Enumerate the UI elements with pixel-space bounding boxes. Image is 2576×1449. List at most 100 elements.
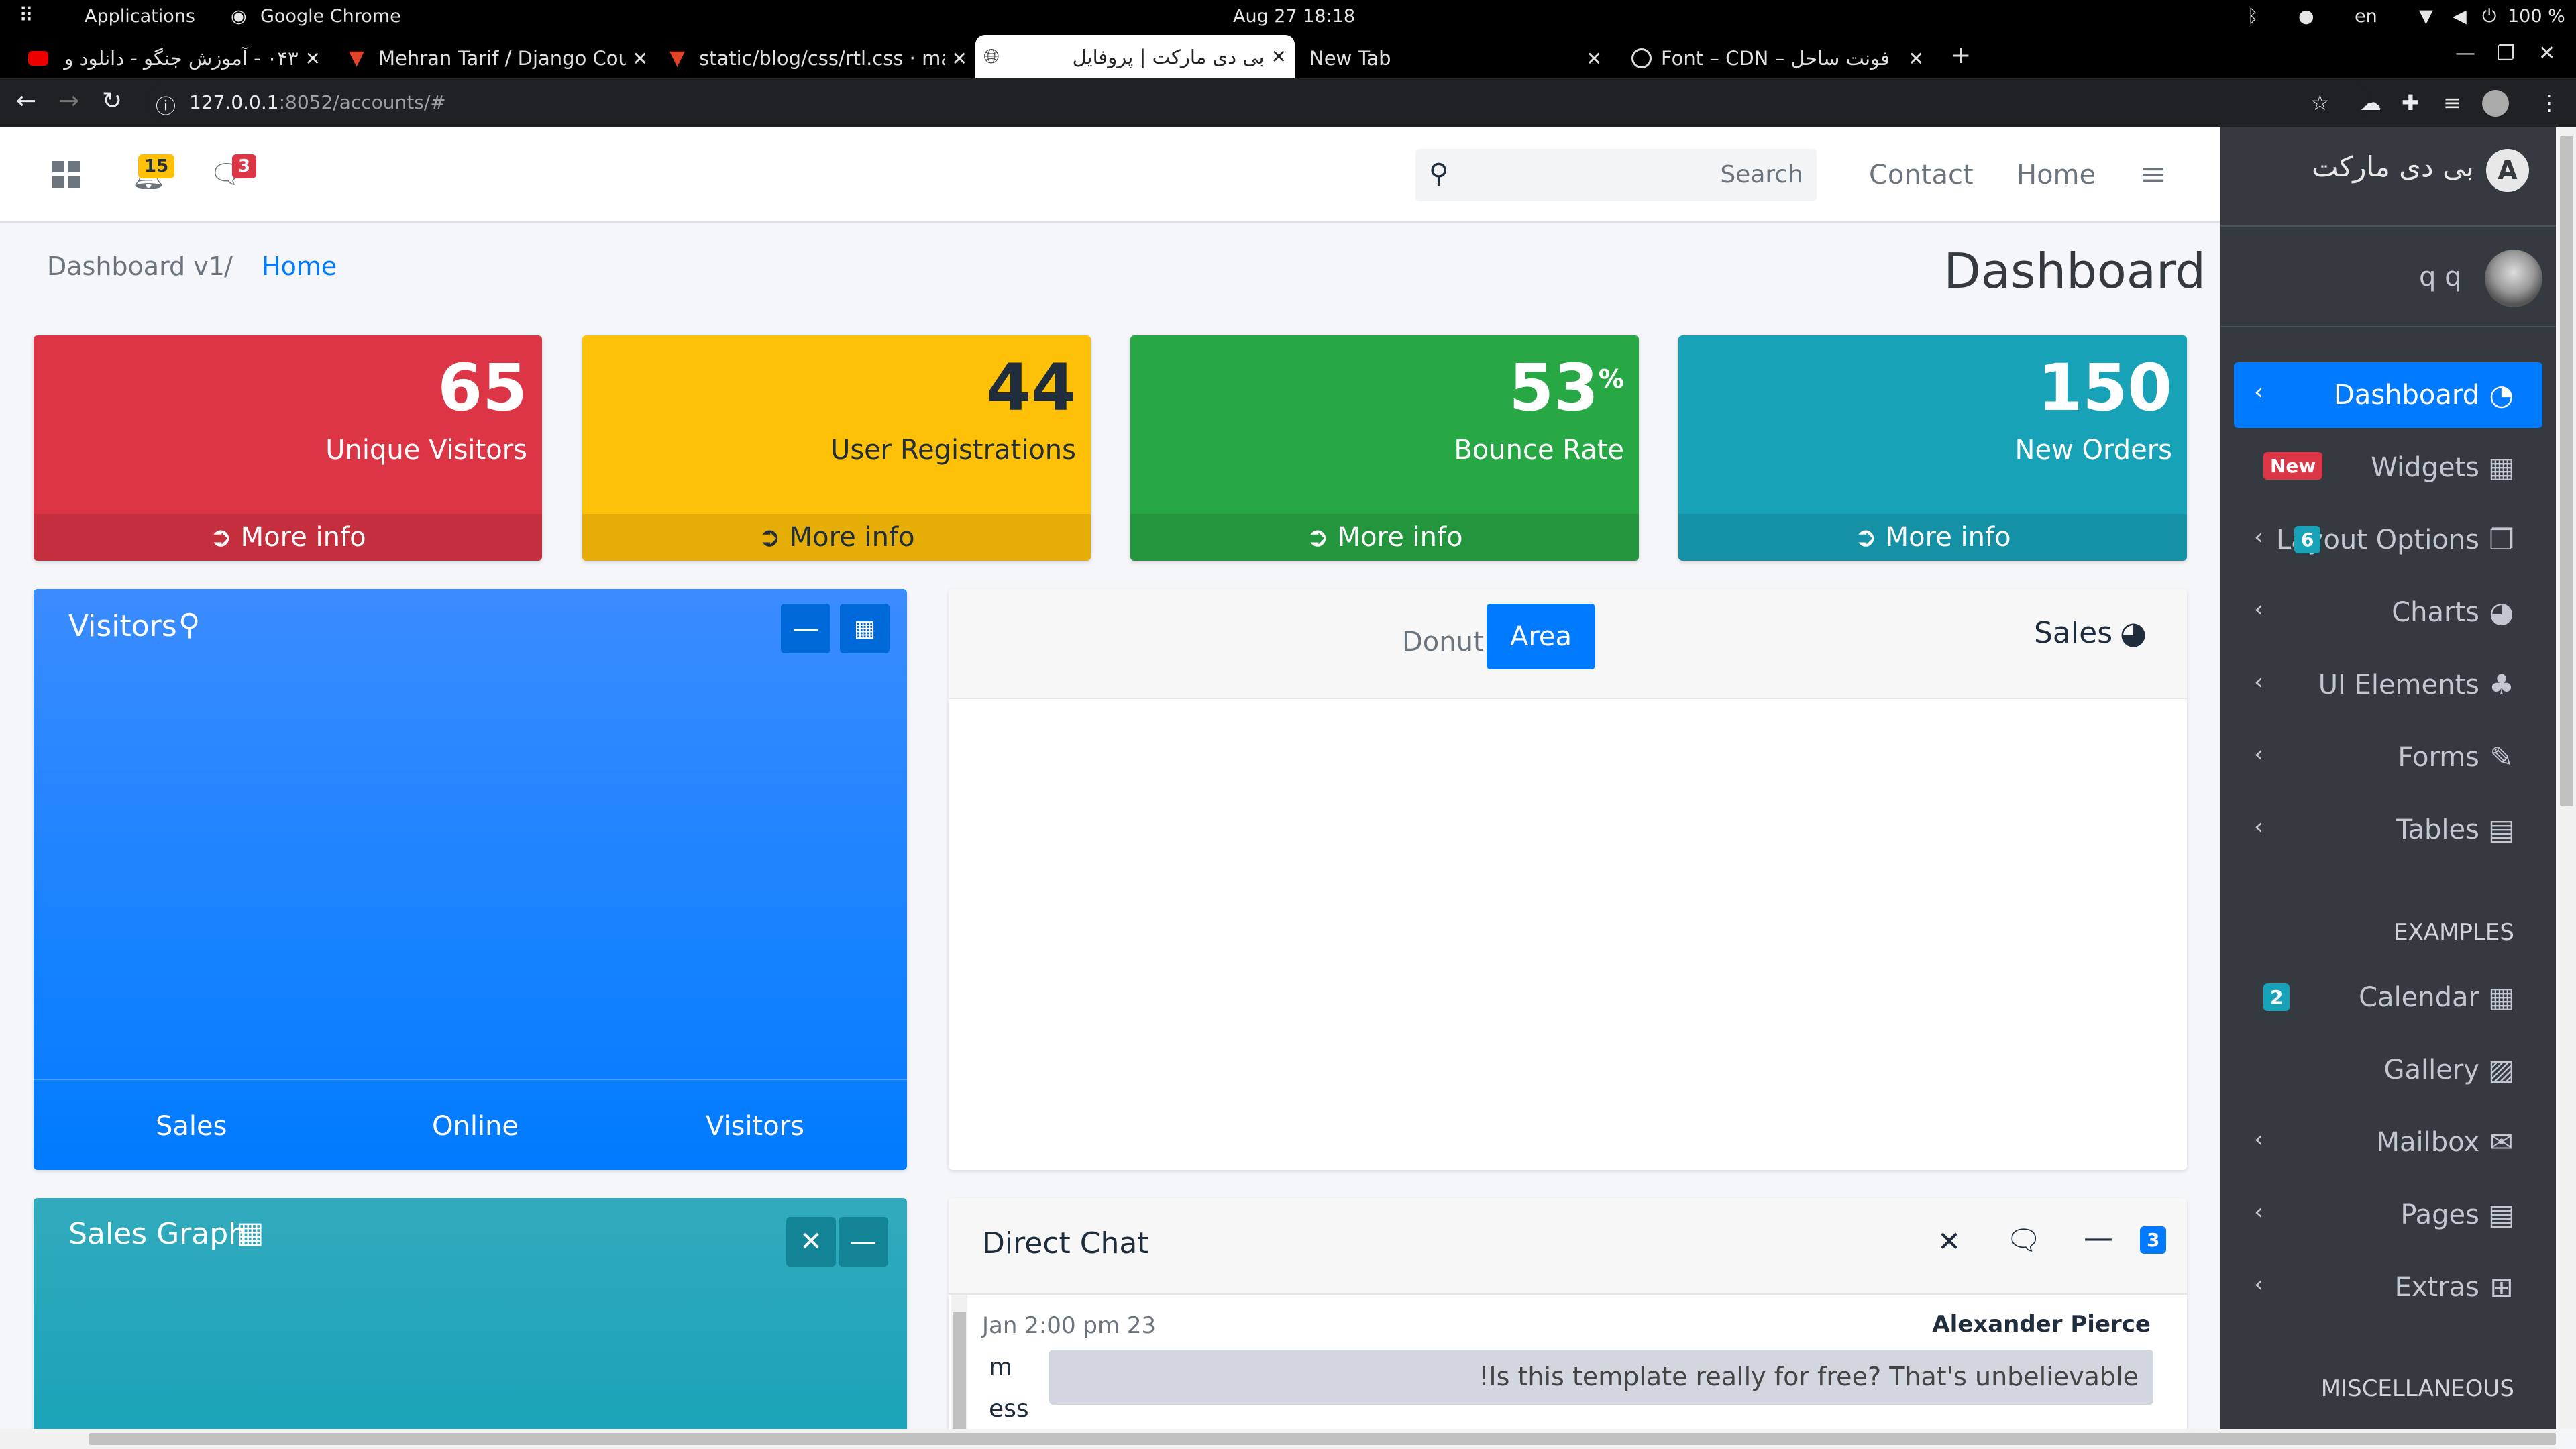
stat-box-new-orders: 150 New Orders ➲ More info xyxy=(1678,335,2187,561)
sidebar-item-calendar[interactable]: 2 Calendar ▦ xyxy=(2234,965,2542,1030)
chevron-left-icon: ‹ xyxy=(2254,668,2264,696)
clock[interactable]: Aug 27 18:18 xyxy=(1233,6,1355,27)
tab-donut[interactable]: Donut xyxy=(1389,620,1497,664)
close-window-icon[interactable]: ✕ xyxy=(2538,42,2555,65)
apps-grid-icon[interactable] xyxy=(52,161,82,188)
tab-title: ۰۴۳ - آموزش جنگو - دانلود و xyxy=(64,47,299,70)
collapse-button[interactable]: — xyxy=(839,1217,888,1267)
comments-icon[interactable]: 🗨︎ xyxy=(2006,1224,2041,1257)
sidebar-item-gallery[interactable]: Gallery ▨ xyxy=(2234,1037,2542,1103)
nav-link-contact[interactable]: Contact xyxy=(1869,160,1974,191)
brand-text[interactable]: بی دی مارکت xyxy=(2312,150,2474,183)
tab-close-icon[interactable]: ✕ xyxy=(952,48,967,70)
close-icon[interactable]: ✕ xyxy=(1937,1225,1961,1258)
active-app-label: Google Chrome xyxy=(260,6,401,27)
site-info-icon[interactable]: ⓘ xyxy=(156,90,176,119)
remove-button[interactable]: ✕ xyxy=(786,1217,836,1267)
message-timestamp: Jan 2:00 pm 23 xyxy=(982,1312,1157,1339)
sidebar-item-ui-elements[interactable]: ‹ UI Elements ♣ xyxy=(2234,652,2542,718)
vertical-scrollbar-thumb[interactable] xyxy=(2560,136,2573,806)
tab-area[interactable]: Area xyxy=(1487,604,1595,669)
sidebar-item-extras[interactable]: ‹ Extras ⊞ xyxy=(2234,1254,2542,1320)
back-arrow-icon[interactable]: ← xyxy=(16,87,36,115)
minimize-window-icon[interactable]: — xyxy=(2455,42,2475,65)
sidebar-toggle-icon[interactable]: ≡ xyxy=(2140,156,2167,193)
browser-tab-gitlab-1[interactable]: ▼ Mehran Tarif / Django Cou ✕ xyxy=(341,38,656,78)
bluetooth-icon[interactable]: ᛒ xyxy=(2247,6,2258,27)
more-info-link[interactable]: ➲ More info xyxy=(1130,514,1639,561)
more-info-link[interactable]: ➲ More info xyxy=(582,514,1091,561)
address-bar[interactable] xyxy=(145,85,2372,121)
sidebar-item-tables[interactable]: ‹ Tables ▤ xyxy=(2234,797,2542,863)
horizontal-scrollbar-thumb[interactable] xyxy=(89,1433,2556,1445)
restore-window-icon[interactable]: ❐ xyxy=(2497,42,2515,65)
sidebar-item-mailbox[interactable]: ‹ Mailbox ✉ xyxy=(2234,1110,2542,1175)
arrow-circle-right-icon: ➲ xyxy=(1854,522,1886,553)
search-input[interactable]: Search xyxy=(1720,161,1803,189)
sidebar-item-pages[interactable]: ‹ Pages ▤ xyxy=(2234,1182,2542,1248)
breadcrumb-home-link[interactable]: Home xyxy=(262,252,337,281)
minus-icon[interactable]: — xyxy=(2084,1221,2113,1255)
edit-icon: ✎ xyxy=(2489,741,2514,773)
url-text[interactable]: 127.0.0.1:8052/accounts/# xyxy=(189,91,446,113)
bookmark-star-icon[interactable]: ☆ xyxy=(2310,90,2330,115)
sidebar-item-label: Charts xyxy=(2392,597,2479,628)
more-info-link[interactable]: ➲ More info xyxy=(1678,514,2187,561)
date-range-button[interactable]: ▦ xyxy=(840,604,890,653)
tab-close-icon[interactable]: ✕ xyxy=(1909,48,1924,70)
status-circle-icon[interactable]: ● xyxy=(2298,6,2314,27)
wifi-icon[interactable]: ▼ xyxy=(2419,6,2433,27)
browser-tab-active[interactable]: 🌐︎ بی دی مارکت | پروفایل ✕ xyxy=(975,35,1295,78)
apps-grid-icon[interactable]: ⠿ xyxy=(19,4,34,28)
reload-icon[interactable]: ↻ xyxy=(102,87,122,115)
applications-menu[interactable]: Applications xyxy=(85,6,195,27)
tab-close-icon[interactable]: ✕ xyxy=(305,48,321,70)
navbar-search[interactable]: ⚲ Search xyxy=(1415,149,1817,201)
message-author: Alexander Pierce xyxy=(1932,1311,2151,1338)
brand-logo[interactable]: A xyxy=(2486,149,2529,192)
sidebar-item-charts[interactable]: ‹ Charts ◕ xyxy=(2234,580,2542,645)
chrome-menu-icon[interactable]: ⋮ xyxy=(2538,90,2560,115)
sidebar-item-forms[interactable]: ‹ Forms ✎ xyxy=(2234,724,2542,790)
media-queue-icon[interactable]: ≡ xyxy=(2443,90,2461,115)
volume-icon[interactable]: ◀ xyxy=(2453,6,2467,27)
forward-arrow-icon[interactable]: → xyxy=(59,87,79,115)
extensions-puzzle-icon[interactable]: ✚ xyxy=(2402,90,2420,115)
extension-cloud-icon[interactable]: ☁ xyxy=(2360,90,2381,115)
stat-label: Unique Visitors xyxy=(325,435,527,466)
profile-avatar[interactable] xyxy=(2482,90,2509,117)
message-bubble: !Is this template really for free? That'… xyxy=(1049,1350,2153,1405)
tab-close-icon[interactable]: ✕ xyxy=(633,48,648,70)
sidebar-item-widgets[interactable]: New Widgets ▦ xyxy=(2234,435,2542,500)
sidebar-item-layout-options[interactable]: ‹ Layout Options 6 ❐ xyxy=(2234,507,2542,573)
stat-label: User Registrations xyxy=(830,435,1076,466)
sidebar-item-dashboard[interactable]: ‹ Dashboard ◔ xyxy=(2234,362,2542,428)
user-avatar[interactable] xyxy=(2485,250,2542,307)
url-host: 127.0.0.1 xyxy=(189,91,279,113)
tab-title: static/blog/css/rtl.css · ma xyxy=(699,47,945,70)
card-title: Sales xyxy=(2034,616,2113,650)
chevron-left-icon: ‹ xyxy=(2254,596,2264,623)
calendar-icon: ▦ xyxy=(853,615,876,642)
browser-tab-new[interactable]: New Tab ✕ xyxy=(1301,38,1610,78)
nav-link-home[interactable]: Home xyxy=(2017,160,2096,191)
tab-close-icon[interactable]: ✕ xyxy=(1587,48,1602,70)
more-info-label: More info xyxy=(1885,522,2011,553)
tab-close-icon[interactable]: ✕ xyxy=(1271,46,1287,68)
browser-tab-font-cdn[interactable]: Font – CDN – فونت ساحل ✕ xyxy=(1623,38,1932,78)
user-name[interactable]: q q xyxy=(2419,262,2462,292)
keyboard-layout[interactable]: en xyxy=(2355,6,2377,27)
browser-tab-youtube[interactable]: ۰۴۳ - آموزش جنگو - دانلود و ✕ xyxy=(20,38,329,78)
more-info-link[interactable]: ➲ More info xyxy=(34,514,542,561)
youtube-icon xyxy=(28,51,48,66)
search-icon[interactable]: ⚲ xyxy=(1429,158,1448,189)
stat-number: 53 xyxy=(1509,350,1599,425)
collapse-button[interactable]: — xyxy=(781,604,830,653)
stat-number: 150 xyxy=(2037,350,2172,425)
sidebar-header-miscellaneous: MISCELLANEOUS xyxy=(2320,1375,2514,1402)
power-icon[interactable]: ⏻ xyxy=(2482,6,2496,28)
browser-tab-gitlab-2[interactable]: ▼ static/blog/css/rtl.css · ma ✕ xyxy=(661,38,975,78)
message-text: !Is this template really for free? That'… xyxy=(1479,1362,2139,1391)
new-tab-button[interactable]: + xyxy=(1951,42,1971,69)
more-info-label: More info xyxy=(789,522,915,553)
